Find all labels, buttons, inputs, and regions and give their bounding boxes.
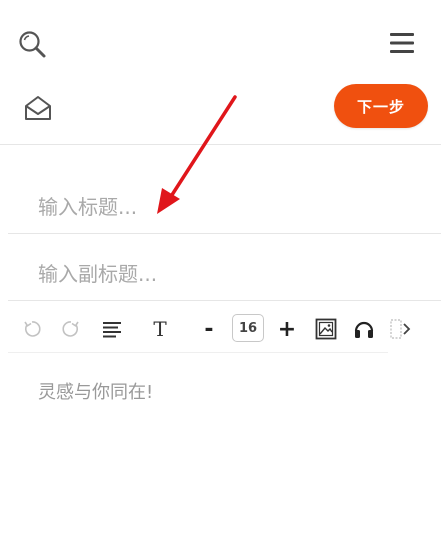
header-divider [0,144,441,145]
redo-icon[interactable] [59,314,83,344]
title-input[interactable] [38,192,418,222]
image-icon[interactable] [313,314,339,344]
title-divider [8,233,441,234]
hamburger-menu-icon[interactable] [386,30,418,56]
envelope-open-icon[interactable] [22,94,54,122]
toolbar-divider [8,352,388,353]
next-step-button[interactable]: 下一步 [334,84,428,128]
font-size-increase-button[interactable]: + [276,314,298,344]
editor-body-placeholder[interactable]: 灵感与你同在! [38,378,153,404]
font-size-value[interactable]: 16 [232,314,264,342]
search-icon[interactable] [16,28,48,60]
subtitle-input[interactable] [38,259,418,289]
headphones-icon[interactable] [351,314,377,344]
font-size-decrease-button[interactable]: - [199,314,219,344]
align-lines-icon[interactable] [99,314,125,344]
more-chevron-icon[interactable] [389,314,413,344]
text-style-button[interactable]: T [148,314,172,344]
undo-icon[interactable] [20,314,44,344]
subtitle-divider [8,300,441,301]
